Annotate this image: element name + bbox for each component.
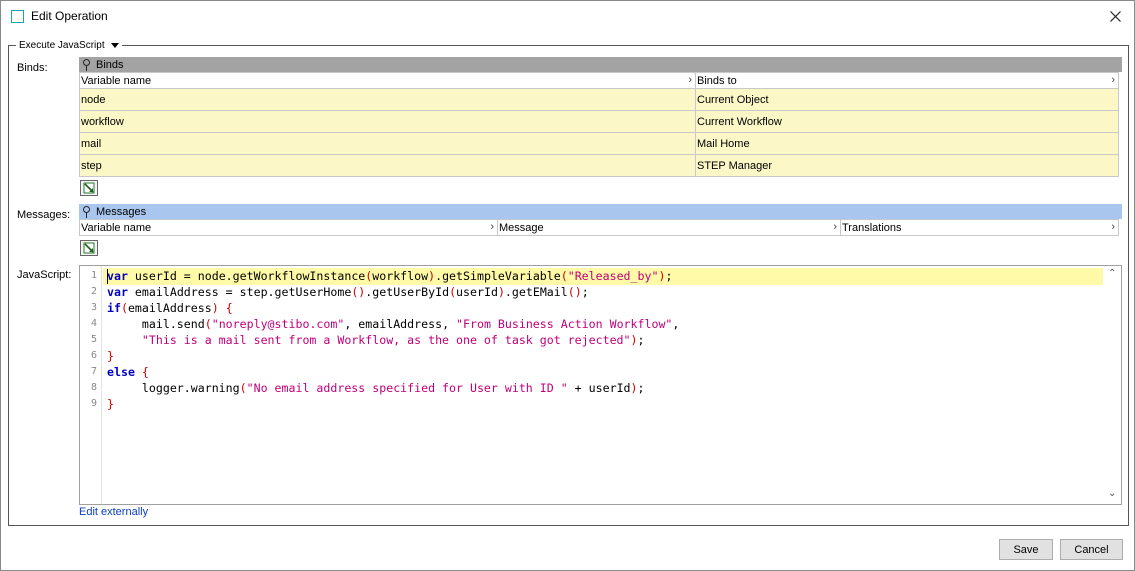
table-row[interactable]: mail Mail Home: [80, 133, 1119, 155]
code-line: var emailAddress = step.getUserHome().ge…: [107, 285, 589, 299]
binds-table: Variable name › Binds to › node Current …: [79, 72, 1119, 177]
edit-operation-dialog: Edit Operation Execute JavaScript Binds:…: [0, 0, 1135, 571]
variable-name-cell[interactable]: node: [80, 89, 696, 111]
pin-icon[interactable]: [82, 59, 91, 71]
line-number: 2: [90, 286, 97, 297]
title-bar: Edit Operation: [1, 1, 1134, 32]
variable-name-cell[interactable]: step: [80, 155, 696, 177]
line-number: 1: [90, 270, 97, 281]
chevron-down-icon: [110, 43, 119, 48]
chevron-right-icon: ›: [688, 74, 692, 86]
column-header-translations[interactable]: Translations ›: [841, 219, 1119, 236]
table-row[interactable]: workflow Current Workflow: [80, 111, 1119, 133]
dialog-title: Edit Operation: [31, 9, 108, 23]
binds-column-headers: Variable name › Binds to ›: [80, 72, 1119, 89]
chevron-right-icon: ›: [490, 221, 494, 233]
messages-column-headers: Variable name › Message › Translations ›: [80, 219, 1119, 236]
chevron-right-icon: ›: [1111, 74, 1115, 86]
messages-table-header: Messages: [79, 204, 1122, 219]
messages-table: Variable name › Message › Translations ›: [79, 219, 1119, 236]
binds-table-header: Binds: [79, 57, 1122, 72]
operation-type-dropdown[interactable]: Execute JavaScript: [16, 40, 122, 51]
add-bind-button[interactable]: [80, 180, 98, 196]
scroll-up-icon[interactable]: ⌃: [1108, 268, 1116, 279]
add-row-icon: [83, 182, 95, 194]
table-row[interactable]: node Current Object: [80, 89, 1119, 111]
code-line: mail.send("noreply@stibo.com", emailAddr…: [107, 317, 680, 331]
chevron-right-icon: ›: [833, 221, 837, 233]
edit-externally-link[interactable]: Edit externally: [79, 506, 148, 518]
save-button[interactable]: Save: [999, 539, 1053, 560]
binds-to-cell[interactable]: Current Object: [696, 89, 1119, 111]
column-header-variable-name[interactable]: Variable name ›: [80, 72, 696, 89]
table-row[interactable]: step STEP Manager: [80, 155, 1119, 177]
javascript-label: JavaScript:: [17, 269, 72, 281]
binds-to-cell[interactable]: Current Workflow: [696, 111, 1119, 133]
add-row-icon: [83, 242, 95, 254]
column-header-variable-name[interactable]: Variable name ›: [80, 219, 498, 236]
vertical-scrollbar[interactable]: ⌃ ⌄: [1104, 266, 1121, 504]
close-icon: [1109, 10, 1121, 22]
cancel-button[interactable]: Cancel: [1060, 539, 1123, 560]
add-message-button[interactable]: [80, 240, 98, 256]
app-window-icon: [11, 10, 24, 23]
messages-header-title: Messages: [96, 205, 147, 218]
close-button[interactable]: [1104, 6, 1126, 26]
column-header-message[interactable]: Message ›: [498, 219, 841, 236]
scroll-down-icon[interactable]: ⌄: [1108, 488, 1116, 499]
line-number: 6: [90, 350, 97, 361]
binds-header-title: Binds: [96, 58, 124, 71]
variable-name-cell[interactable]: workflow: [80, 111, 696, 133]
binds-to-cell[interactable]: STEP Manager: [696, 155, 1119, 177]
code-line: "This is a mail sent from a Workflow, as…: [141, 333, 645, 347]
pin-icon[interactable]: [82, 206, 91, 218]
line-number: 4: [90, 318, 97, 329]
binds-label: Binds:: [17, 62, 48, 74]
code-line: }: [107, 397, 114, 411]
column-header-binds-to[interactable]: Binds to ›: [696, 72, 1119, 89]
messages-label: Messages:: [17, 209, 71, 221]
chevron-right-icon: ›: [1111, 221, 1115, 233]
code-line: var userId = node.getWorkflowInstance(wo…: [107, 269, 673, 283]
variable-name-cell[interactable]: mail: [80, 133, 696, 155]
code-line: logger.warning("No email address specifi…: [107, 381, 645, 395]
code-line: else {: [107, 365, 149, 379]
javascript-code-editor[interactable]: 1 2 3 4 5 6 7 8 9 var userId = node.getW…: [79, 265, 1122, 505]
line-number: 9: [90, 398, 97, 409]
line-number: 8: [90, 382, 97, 393]
line-number: 5: [90, 334, 97, 345]
line-number: 7: [90, 366, 97, 377]
operation-type-label: Execute JavaScript: [19, 40, 105, 51]
code-line: if(emailAddress) {: [107, 301, 233, 315]
line-number: 3: [90, 302, 97, 313]
binds-to-cell[interactable]: Mail Home: [696, 133, 1119, 155]
code-line: }: [107, 349, 114, 363]
line-number-gutter: 1 2 3 4 5 6 7 8 9: [80, 266, 102, 504]
